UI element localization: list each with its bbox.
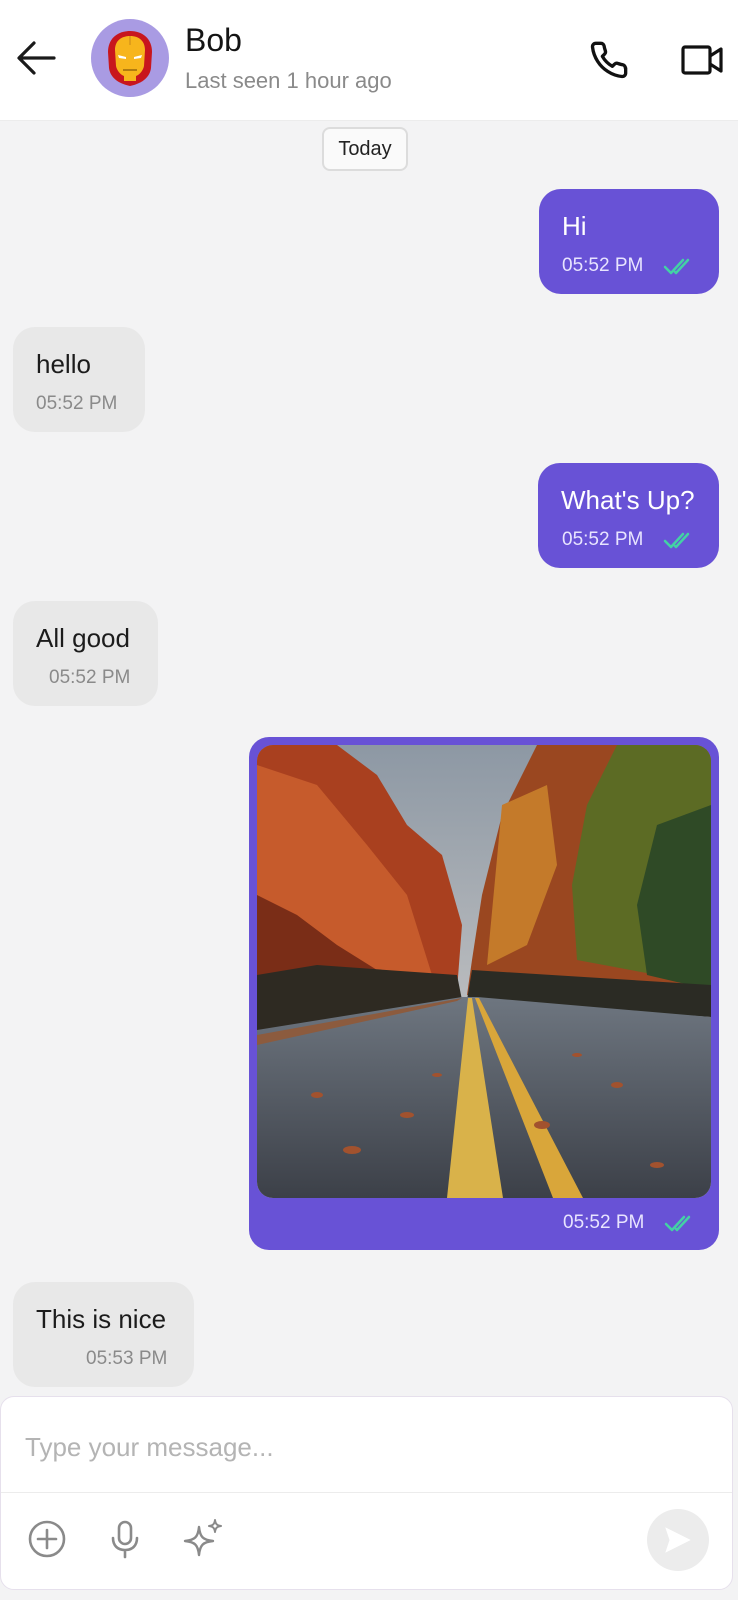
message-time: 05:53 PM	[86, 1348, 168, 1369]
message-text: hello	[36, 349, 91, 379]
message-input[interactable]	[23, 1423, 627, 1471]
message-text: Hi	[562, 211, 587, 241]
microphone-icon	[111, 1520, 139, 1559]
back-button[interactable]	[12, 34, 60, 82]
message-bubble-outgoing[interactable]: Hi 05:52 PM	[539, 189, 719, 294]
plus-circle-icon	[28, 1520, 66, 1558]
phone-icon	[590, 41, 628, 79]
message-text: This is nice	[36, 1304, 167, 1334]
message-bubble-incoming[interactable]: This is nice 05:53 PM	[13, 1282, 194, 1387]
contact-name[interactable]: Bob	[185, 22, 242, 59]
message-time: 05:52 PM	[562, 529, 644, 550]
image-message-bubble[interactable]: 05:52 PM	[249, 737, 719, 1250]
message-time: 05:52 PM	[563, 1212, 645, 1233]
message-text: What's Up?	[561, 485, 695, 515]
contact-status: Last seen 1 hour ago	[185, 68, 392, 93]
message-bubble-incoming[interactable]: All good 05:52 PM	[13, 601, 158, 706]
composer-divider	[1, 1492, 732, 1493]
send-button[interactable]	[647, 1509, 709, 1571]
voice-record-button[interactable]	[101, 1515, 149, 1563]
message-composer	[0, 1396, 733, 1590]
iron-man-mask-icon	[108, 31, 152, 86]
message-time: 05:52 PM	[36, 393, 118, 414]
autumn-road-photo[interactable]	[257, 745, 711, 1198]
arrow-left-icon	[17, 41, 56, 75]
message-time: 05:52 PM	[49, 667, 131, 688]
message-bubble-incoming[interactable]: hello 05:52 PM	[13, 327, 145, 432]
double-check-icon	[664, 1215, 691, 1232]
double-check-icon	[663, 532, 690, 549]
call-button[interactable]	[585, 36, 633, 84]
sparkle-icon	[183, 1519, 222, 1557]
message-bubble-outgoing[interactable]: What's Up? 05:52 PM	[538, 463, 719, 568]
video-call-button[interactable]	[678, 36, 726, 84]
message-text: All good	[36, 623, 130, 653]
double-check-icon	[663, 258, 690, 275]
attach-button[interactable]	[23, 1515, 71, 1563]
date-separator: Today	[322, 127, 408, 171]
send-icon	[665, 1527, 691, 1553]
avatar[interactable]	[91, 19, 169, 97]
video-camera-icon	[681, 45, 723, 75]
message-time: 05:52 PM	[562, 255, 644, 276]
chat-header: Bob Last seen 1 hour ago	[0, 0, 738, 121]
ai-assist-button[interactable]	[179, 1515, 227, 1563]
